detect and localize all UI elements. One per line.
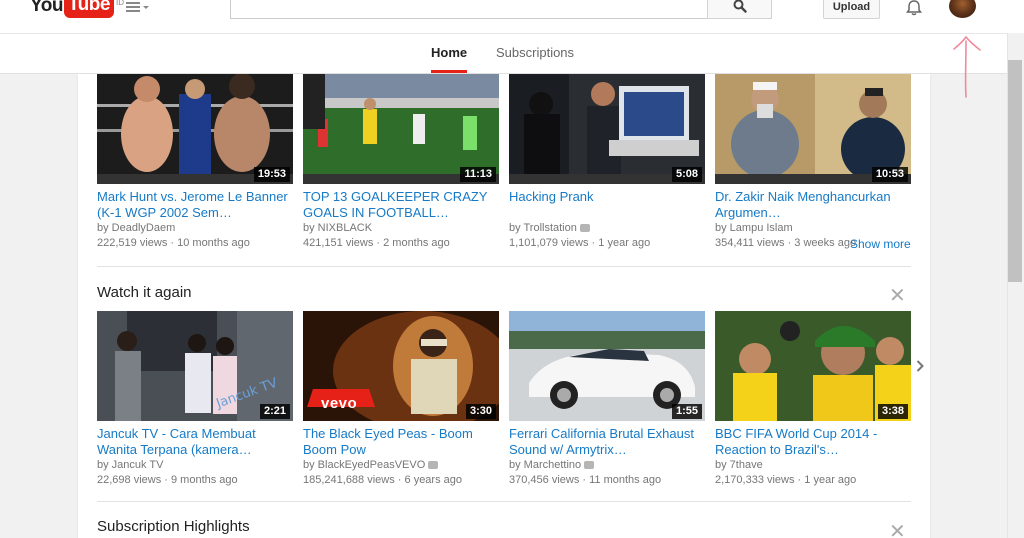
video-age: 3 weeks ago [794,237,857,249]
video-thumbnail[interactable]: vevo 3:30 [303,311,499,421]
video-stats: 1,101,079 views · 1 year ago [509,237,651,249]
video-title[interactable]: TOP 13 GOALKEEPER CRAZY GOALS IN FOOTBAL… [303,189,499,221]
video-title[interactable]: Jancuk TV - Cara Membuat Wanita Terpana … [97,426,293,458]
video-duration: 10:53 [871,167,908,182]
shelf-divider [97,501,911,502]
video-views: 1,101,079 views [509,237,589,249]
video-channel[interactable]: by Lampu Islam [715,221,911,236]
caret-down-icon [143,5,149,9]
video-stats: 2,170,333 views · 1 year ago [715,474,857,486]
video-thumbnail[interactable]: 3:38 [715,311,911,421]
video-channel-row: by Trollstation [509,221,705,236]
video-age: 2 months ago [383,237,450,249]
video-duration: 3:38 [877,404,908,419]
tab-subscriptions[interactable]: Subscriptions [496,45,574,60]
video-tile[interactable]: Jancuk TV 2:21 Jancuk TV - Cara Membuat … [97,311,293,488]
video-age: 11 months ago [589,474,662,486]
logo-text-tube: Tube [63,0,114,18]
video-channel[interactable]: by DeadlyDaem [97,221,293,236]
video-title[interactable]: Dr. Zakir Naik Menghancurkan Argumen… [715,189,911,221]
video-views: 222,519 views [97,237,168,249]
video-duration: 2:21 [259,404,290,419]
verified-badge-icon [584,461,595,470]
video-age: 10 months ago [177,237,250,249]
video-channel[interactable]: by Marchettino [509,459,581,471]
video-duration: 1:55 [671,404,702,419]
video-age: 6 years ago [404,474,462,486]
video-stats: 370,456 views · 11 months ago [509,474,662,486]
video-channel[interactable]: by NIXBLACK [303,221,499,236]
video-title[interactable]: The Black Eyed Peas - Boom Boom Pow [303,426,499,458]
video-tile[interactable]: 5:08 Hacking Prank by Trollstation 1,101… [509,74,705,251]
shelf-title-watch-again[interactable]: Watch it again [97,284,192,301]
video-tile[interactable]: 19:53 Mark Hunt vs. Jerome Le Banner (K-… [97,74,293,251]
masthead: You Tube ID Upload [0,0,1024,33]
video-tile[interactable]: 1:55 Ferrari California Brutal Exhaust S… [509,311,705,488]
video-tile[interactable]: 11:13 TOP 13 GOALKEEPER CRAZY GOALS IN F… [303,74,499,251]
video-channel[interactable]: by 7thave [715,458,911,473]
video-stats: 421,151 views · 2 months ago [303,237,450,249]
upload-button[interactable]: Upload [823,0,880,19]
chevron-right-icon[interactable] [914,357,926,375]
logo-text-you: You [30,0,63,16]
video-tile[interactable]: 10:53 Dr. Zakir Naik Menghancurkan Argum… [715,74,911,251]
video-views: 2,170,333 views [715,474,795,486]
video-views: 185,241,688 views [303,474,395,486]
video-age: 9 months ago [171,474,238,486]
guide-menu-button[interactable] [126,0,152,14]
search-input[interactable] [230,0,708,19]
video-thumbnail[interactable]: Jancuk TV 2:21 [97,311,293,421]
close-icon[interactable]: ✕ [889,285,906,305]
close-icon[interactable]: ✕ [889,521,906,538]
video-title[interactable]: BBC FIFA World Cup 2014 - Reaction to Br… [715,426,911,458]
video-channel[interactable]: by Jancuk TV [97,458,293,473]
video-duration: 11:13 [460,167,496,182]
video-channel-row: by Marchettino [509,458,705,473]
video-thumbnail[interactable]: 10:53 [715,74,911,184]
video-thumbnail[interactable]: 11:13 [303,74,499,184]
feed-tabs: Home Subscriptions [0,33,1024,74]
video-stats: 22,698 views · 9 months ago [97,474,238,486]
video-duration: 5:08 [671,167,702,182]
video-stats: 185,241,688 views · 6 years ago [303,474,462,486]
active-tab-indicator [431,70,467,73]
video-views: 22,698 views [97,474,162,486]
annotation-arrow-icon [953,35,981,98]
video-views: 354,411 views [715,237,785,249]
video-thumbnail[interactable]: 19:53 [97,74,293,184]
vevo-logo: vevo [321,395,358,412]
video-thumbnail[interactable]: 1:55 [509,311,705,421]
search-icon [733,0,747,13]
video-duration: 19:53 [253,167,290,182]
hamburger-menu-icon [126,2,140,12]
video-views: 421,151 views [303,237,374,249]
video-tile[interactable]: 3:38 BBC FIFA World Cup 2014 - Reaction … [715,311,911,488]
video-title[interactable]: Hacking Prank [509,189,705,221]
video-channel[interactable]: by Trollstation [509,222,577,234]
feed-card: 19:53 Mark Hunt vs. Jerome Le Banner (K-… [78,74,930,538]
tab-home[interactable]: Home [431,45,467,60]
search-button[interactable] [707,0,772,19]
verified-badge-icon [579,224,590,233]
video-thumbnail[interactable]: 5:08 [509,74,705,184]
video-age: 1 year ago [804,474,857,486]
video-age: 1 year ago [598,237,651,249]
video-channel-row: by BlackEyedPeasVEVO [303,458,499,473]
youtube-logo[interactable]: You Tube ID [30,0,124,20]
video-title[interactable]: Ferrari California Brutal Exhaust Sound … [509,426,705,458]
video-channel[interactable]: by BlackEyedPeasVEVO [303,459,425,471]
video-tile[interactable]: vevo 3:30 The Black Eyed Peas - Boom Boo… [303,311,499,488]
account-avatar[interactable] [949,0,976,18]
show-more-link[interactable]: Show more [850,237,911,251]
shelf-title-subscription-highlights[interactable]: Subscription Highlights [97,518,250,535]
logo-region-code: ID [115,0,124,7]
verified-badge-icon [428,461,439,470]
video-title[interactable]: Mark Hunt vs. Jerome Le Banner (K-1 WGP … [97,189,293,221]
shelf-divider [97,266,911,267]
video-stats: 222,519 views · 10 months ago [97,237,250,249]
bell-icon[interactable] [905,0,923,16]
video-views: 370,456 views [509,474,580,486]
scrollbar-thumb[interactable] [1008,60,1022,282]
video-duration: 3:30 [465,404,496,419]
